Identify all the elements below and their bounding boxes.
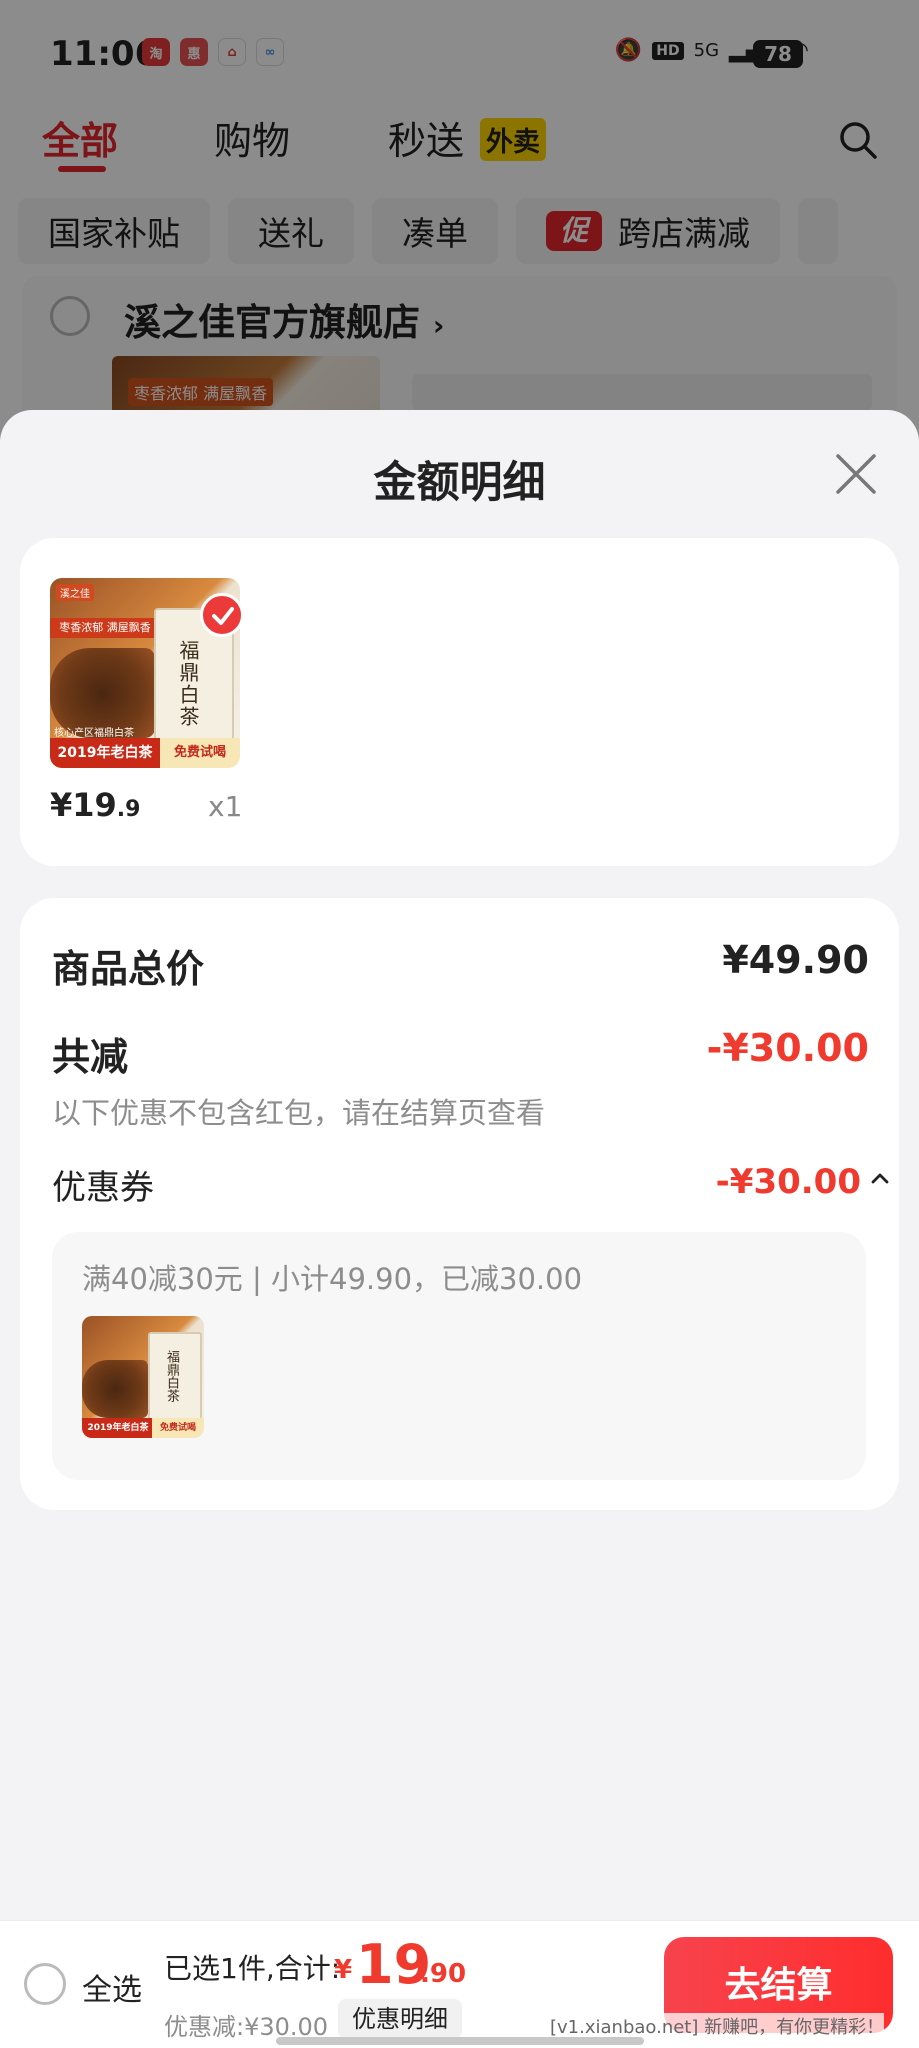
check-icon [200,593,244,637]
price-decimal: .9 [116,797,141,822]
amount-detail-sheet: 金额明细 溪之佳 枣香浓郁 满屋飘香 福鼎白茶 核心产区福鼎白茶 2019年老白… [0,410,919,1920]
discount-detail-button[interactable]: 优惠明细 [338,1999,462,2039]
total-price-value: ¥49.90 [722,938,869,982]
item-price: ¥19.9 [50,786,140,824]
origin-label: 核心产区福鼎白茶 [54,728,134,739]
coupon-value[interactable]: -¥30.00 [716,1162,861,1202]
item-quantity: x1 [208,790,243,823]
bag-label: 福鼎白茶 [164,1350,179,1402]
price-symbol: ¥ [50,786,73,824]
brand-logo: 溪之佳 [56,584,94,601]
sheet-title: 金额明细 [373,458,546,508]
free-trial-label: 免费试喝 [160,738,240,768]
close-icon[interactable] [834,452,878,496]
total-price-label: 商品总价 [52,947,205,991]
year-label: 2019年老白茶 [50,738,160,768]
product-banner: 枣香浓郁 满屋飘香 [50,618,160,638]
total-decimal: .90 [420,1959,467,1989]
total-reduction-label: 共减 [52,1035,129,1079]
checkout-bar: 全选 已选1件,合计: ¥ 19 .90 优惠减:¥30.00 优惠明细 去结算… [0,1920,919,2048]
coupon-description: 满40减30元 | 小计49.90，已减30.00 [82,1262,583,1296]
selected-count-text: 已选1件,合计: [164,1952,341,1985]
select-all-label[interactable]: 全选 [82,1965,142,2009]
year-label: 2019年老白茶 [82,1418,154,1438]
modal-overlay[interactable] [0,0,919,440]
bag-label: 福鼎白茶 [176,640,200,728]
selected-items-card: 溪之佳 枣香浓郁 满屋飘香 福鼎白茶 核心产区福鼎白茶 2019年老白茶 免费试… [20,538,899,866]
select-all-radio[interactable] [24,1963,66,2005]
coupon-product-image: 福鼎白茶 2019年老白茶 免费试喝 [82,1316,204,1438]
total-reduction-value: -¥30.00 [706,1026,869,1070]
total-symbol: ¥ [334,1955,353,1985]
coupon-amount: -¥30.00 [715,1162,861,1202]
free-trial-label: 免费试喝 [152,1418,204,1438]
watermark-text: [v1.xianbao.net] 新赚吧，有你更精彩！ [550,2013,885,2039]
price-summary-card: 商品总价 ¥49.90 共减 -¥30.00 以下优惠不包含红包，请在结算页查看… [20,898,899,1510]
discount-note: 以下优惠不包含红包，请在结算页查看 [52,1096,546,1130]
price-integer: 19 [72,786,117,824]
coupon-label: 优惠券 [52,1168,154,1208]
coupon-detail-box: 满40减30元 | 小计49.90，已减30.00 福鼎白茶 2019年老白茶 … [52,1232,866,1480]
chevron-up-icon[interactable] [869,1168,891,1190]
home-indicator[interactable] [276,2037,644,2045]
tea-leaves-graphic [82,1360,148,1418]
